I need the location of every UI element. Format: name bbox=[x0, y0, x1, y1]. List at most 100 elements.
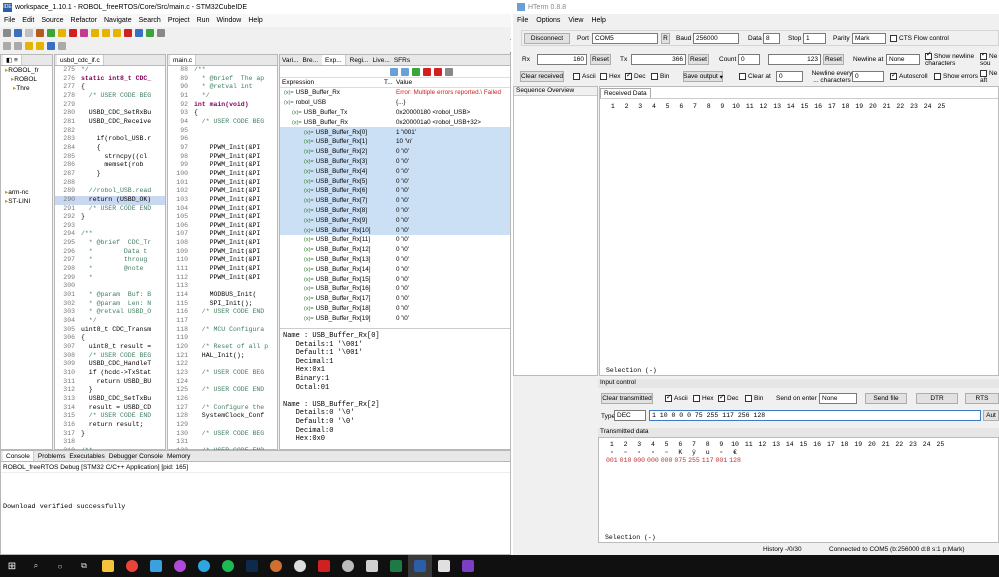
expression-row[interactable]: (x)= USB_Buffer_Rx[8] 0 '\0' bbox=[280, 205, 510, 216]
debug-tab-3[interactable]: Regi... bbox=[350, 57, 369, 64]
line-number[interactable]: 294 bbox=[55, 230, 75, 239]
line-number[interactable]: 285 bbox=[55, 153, 75, 162]
refresh-ports-button[interactable]: R bbox=[661, 33, 670, 44]
cortana-icon[interactable]: ○ bbox=[48, 555, 72, 577]
suspend-icon[interactable] bbox=[58, 29, 66, 37]
clear-at-input[interactable]: 0 bbox=[776, 71, 803, 82]
project-tree-item[interactable]: ▸Thre bbox=[3, 84, 52, 93]
forward-icon[interactable] bbox=[14, 42, 22, 50]
acrobat-icon[interactable] bbox=[312, 555, 336, 577]
run-icon[interactable] bbox=[146, 29, 154, 37]
tx-hex-checkbox[interactable]: Hex bbox=[693, 395, 714, 402]
debug-tab-1[interactable]: Bre... bbox=[303, 57, 319, 64]
line-number[interactable]: 127 bbox=[168, 404, 188, 413]
console-tab-3[interactable]: Debugger Console bbox=[109, 453, 163, 460]
rx-reset-button[interactable]: Reset bbox=[590, 54, 611, 65]
expression-row[interactable]: (x)= USB_Buffer_Rx[11] 0 '\0' bbox=[280, 235, 510, 245]
line-number[interactable]: 309 bbox=[55, 360, 75, 369]
save-icon[interactable] bbox=[14, 29, 22, 37]
expression-row[interactable]: (x)= USB_Buffer_Rx[15] 0 '\0' bbox=[280, 274, 510, 284]
cts-checkbox[interactable]: CTS Flow control bbox=[890, 35, 949, 42]
line-number[interactable]: 295 bbox=[55, 239, 75, 248]
menu-run[interactable]: Run bbox=[197, 17, 210, 24]
expression-row[interactable]: (x)= USB_Buffer_Rx Error: Multiple errors … bbox=[280, 88, 510, 98]
disconnect-button[interactable]: Disconnect bbox=[524, 33, 570, 44]
line-number[interactable]: 313 bbox=[55, 395, 75, 404]
line-number[interactable]: 94 bbox=[168, 118, 188, 127]
line-number[interactable]: 124 bbox=[168, 378, 188, 387]
visual-studio-icon[interactable] bbox=[456, 555, 480, 577]
expression-row[interactable]: (x)= USB_Buffer_Rx[3] 0 '\0' bbox=[280, 156, 510, 167]
hterm-menu-view[interactable]: View bbox=[568, 17, 583, 24]
tx-bin-checkbox[interactable]: Bin bbox=[745, 395, 763, 402]
data-bits-select[interactable]: 8 bbox=[763, 33, 780, 44]
line-number[interactable]: 110 bbox=[168, 256, 188, 265]
line-number[interactable]: 130 bbox=[168, 430, 188, 439]
line-number[interactable]: 312 bbox=[55, 386, 75, 395]
type-select[interactable]: DEC bbox=[614, 410, 646, 421]
console-tab-1[interactable]: Problems bbox=[38, 453, 65, 460]
line-number[interactable]: 307 bbox=[55, 343, 75, 352]
expression-row[interactable]: (x)= USB_Buffer_Rx[12] 0 '\0' bbox=[280, 245, 510, 255]
line-number[interactable]: 302 bbox=[55, 300, 75, 309]
expression-row[interactable]: (x)= USB_Buffer_Rx[6] 0 '\0' bbox=[280, 185, 510, 196]
line-number[interactable]: 107 bbox=[168, 230, 188, 239]
count-reset-button[interactable]: Reset bbox=[823, 54, 844, 65]
auto-send-button[interactable]: Aut bbox=[983, 410, 999, 421]
menu-window[interactable]: Window bbox=[216, 17, 241, 24]
code-area-1[interactable]: 275 */ 276 static int8_t CDC_ 277 {278 /* USE… bbox=[55, 66, 165, 456]
newline-every-input[interactable]: 0 bbox=[852, 71, 884, 82]
line-number[interactable]: 318 bbox=[55, 438, 75, 447]
line-number[interactable]: 122 bbox=[168, 360, 188, 369]
line-number[interactable]: 283 bbox=[55, 135, 75, 144]
clear-received-button[interactable]: Clear received bbox=[520, 71, 564, 82]
expression-row[interactable]: (x)= USB_Buffer_Rx[0] 1 '\001' bbox=[280, 127, 510, 137]
line-number[interactable]: 112 bbox=[168, 274, 188, 283]
debug-tab-5[interactable]: SFRs bbox=[394, 57, 410, 64]
step-over-icon[interactable] bbox=[102, 29, 110, 37]
console-tab-0[interactable]: Console bbox=[3, 451, 34, 461]
line-number[interactable]: 298 bbox=[55, 265, 75, 274]
line-number[interactable]: 275 bbox=[55, 66, 75, 75]
console-tab-2[interactable]: Executables bbox=[69, 453, 104, 460]
print-icon[interactable] bbox=[25, 29, 33, 37]
save-output-button[interactable]: Save output ▾ bbox=[683, 71, 723, 82]
col-value[interactable]: Value bbox=[396, 79, 510, 86]
project-tree-item[interactable]: ▸ST-LINI bbox=[3, 197, 52, 206]
line-number[interactable]: 286 bbox=[55, 161, 75, 170]
mail-icon[interactable] bbox=[144, 555, 168, 577]
line-number[interactable]: 120 bbox=[168, 343, 188, 352]
expression-row[interactable]: (x)= USB_Buffer_Rx[10] 0 '\0' bbox=[280, 225, 510, 235]
line-number[interactable]: 97 bbox=[168, 144, 188, 153]
line-number[interactable]: 128 bbox=[168, 412, 188, 421]
baud-select[interactable]: 256000 bbox=[693, 33, 739, 44]
line-number[interactable]: 126 bbox=[168, 395, 188, 404]
line-number[interactable]: 96 bbox=[168, 135, 188, 144]
show-errors-checkbox[interactable]: Show errors bbox=[934, 73, 978, 80]
debug-tab-0[interactable]: Vari... bbox=[282, 57, 299, 64]
send-on-enter-select[interactable]: None bbox=[819, 393, 857, 404]
count-input[interactable]: 0 bbox=[738, 54, 760, 65]
menu-project[interactable]: Project bbox=[168, 17, 190, 24]
back-icon[interactable] bbox=[3, 42, 11, 50]
line-number[interactable]: 292 bbox=[55, 213, 75, 222]
step-return-icon[interactable] bbox=[113, 29, 121, 37]
line-number[interactable]: 300 bbox=[55, 282, 75, 291]
line-number[interactable]: 304 bbox=[55, 317, 75, 326]
line-number[interactable]: 106 bbox=[168, 222, 188, 231]
line-number[interactable]: 89 bbox=[168, 75, 188, 84]
line-number[interactable]: 290 bbox=[55, 196, 75, 205]
stop-bits-select[interactable]: 1 bbox=[803, 33, 826, 44]
line-number[interactable]: 102 bbox=[168, 187, 188, 196]
expression-row[interactable]: (x)= USB_Buffer_Rx[17] 0 '\0' bbox=[280, 294, 510, 304]
project-explorer-tab[interactable]: ◧ ≡ bbox=[3, 55, 22, 65]
col-expression[interactable]: Expression bbox=[280, 79, 384, 86]
file-explorer-icon[interactable] bbox=[96, 555, 120, 577]
line-number[interactable]: 306 bbox=[55, 334, 75, 343]
line-number[interactable]: 105 bbox=[168, 213, 188, 222]
step-into-icon[interactable] bbox=[91, 29, 99, 37]
line-number[interactable]: 289 bbox=[55, 187, 75, 196]
line-number[interactable]: 284 bbox=[55, 144, 75, 153]
line-number[interactable]: 288 bbox=[55, 179, 75, 188]
newline-after-checkbox[interactable]: Ne aft bbox=[980, 70, 999, 84]
